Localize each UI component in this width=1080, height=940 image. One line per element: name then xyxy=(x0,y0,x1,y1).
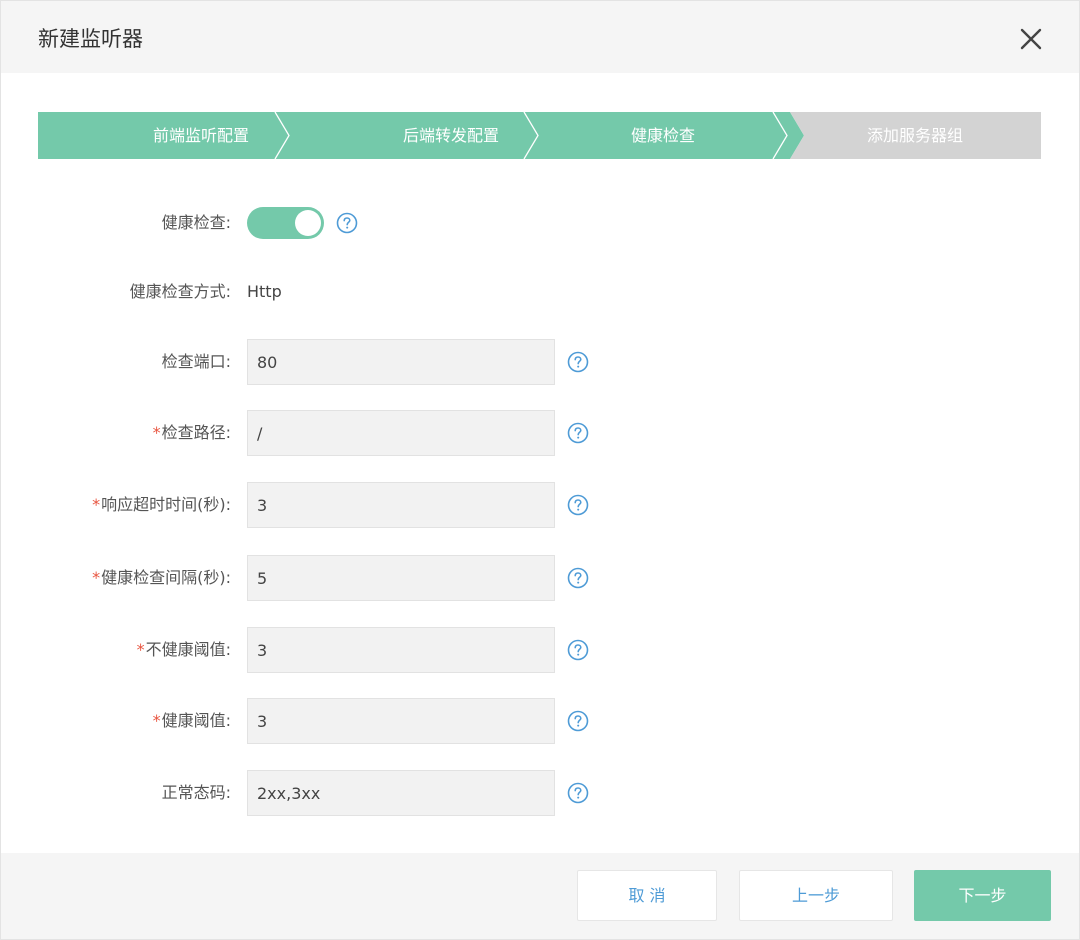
port-label: 检查端口: xyxy=(161,352,231,371)
step-frontend-listener: 前端监听配置 xyxy=(152,126,249,145)
new-listener-dialog: 新建监听器 前端监听配置 后端转发配置 健康检查 添加服务器组 健康检查: 健康… xyxy=(0,0,1080,940)
dialog-header: 新建监听器 xyxy=(1,1,1079,73)
help-icon[interactable] xyxy=(567,422,589,444)
port-input[interactable] xyxy=(247,339,555,385)
status-codes-label: 正常态码: xyxy=(161,783,231,802)
row-path: *检查路径: xyxy=(1,410,1080,456)
help-icon[interactable] xyxy=(567,639,589,661)
required-marker: * xyxy=(136,640,145,659)
row-health-check: 健康检查: xyxy=(1,200,1080,246)
help-icon[interactable] xyxy=(567,351,589,373)
timeout-input[interactable] xyxy=(247,482,555,528)
help-icon[interactable] xyxy=(567,782,589,804)
help-icon[interactable] xyxy=(567,710,589,732)
row-port: 检查端口: xyxy=(1,339,1080,385)
step-health-check: 健康检查 xyxy=(630,126,695,145)
prev-step-button[interactable]: 上一步 xyxy=(739,870,893,921)
method-value: Http xyxy=(247,282,282,301)
required-marker: * xyxy=(92,495,101,514)
row-interval: *健康检查间隔(秒): xyxy=(1,555,1080,601)
help-icon[interactable] xyxy=(567,567,589,589)
row-status-codes: 正常态码: xyxy=(1,770,1080,816)
required-marker: * xyxy=(92,568,101,587)
interval-input[interactable] xyxy=(247,555,555,601)
wizard-stepper: 前端监听配置 后端转发配置 健康检查 添加服务器组 xyxy=(38,112,1041,159)
interval-label: *健康检查间隔(秒): xyxy=(92,568,231,587)
close-icon[interactable] xyxy=(1015,23,1047,55)
cancel-button[interactable]: 取 消 xyxy=(577,870,717,921)
row-method: 健康检查方式: Http xyxy=(1,269,1080,315)
healthy-threshold-input[interactable] xyxy=(247,698,555,744)
health-check-label: 健康检查: xyxy=(161,213,231,232)
row-healthy-threshold: *健康阈值: xyxy=(1,698,1080,744)
step-add-server-group: 添加服务器组 xyxy=(866,126,963,145)
next-step-button[interactable]: 下一步 xyxy=(914,870,1051,921)
help-icon[interactable] xyxy=(336,212,358,234)
unhealthy-threshold-label: *不健康阈值: xyxy=(136,640,231,659)
dialog-footer: 取 消 上一步 下一步 xyxy=(1,853,1079,939)
toggle-knob xyxy=(295,210,321,236)
help-icon[interactable] xyxy=(567,494,589,516)
row-unhealthy-threshold: *不健康阈值: xyxy=(1,627,1080,673)
method-label: 健康检查方式: xyxy=(129,282,231,301)
required-marker: * xyxy=(152,423,161,442)
path-label: *检查路径: xyxy=(152,423,231,442)
timeout-label: *响应超时时间(秒): xyxy=(92,495,231,514)
healthy-threshold-label: *健康阈值: xyxy=(152,711,231,730)
dialog-title: 新建监听器 xyxy=(38,27,143,51)
path-input[interactable] xyxy=(247,410,555,456)
status-codes-input[interactable] xyxy=(247,770,555,816)
health-check-toggle[interactable] xyxy=(247,207,324,239)
step-backend-forwarding: 后端转发配置 xyxy=(402,126,499,145)
row-timeout: *响应超时时间(秒): xyxy=(1,482,1080,528)
required-marker: * xyxy=(152,711,161,730)
unhealthy-threshold-input[interactable] xyxy=(247,627,555,673)
